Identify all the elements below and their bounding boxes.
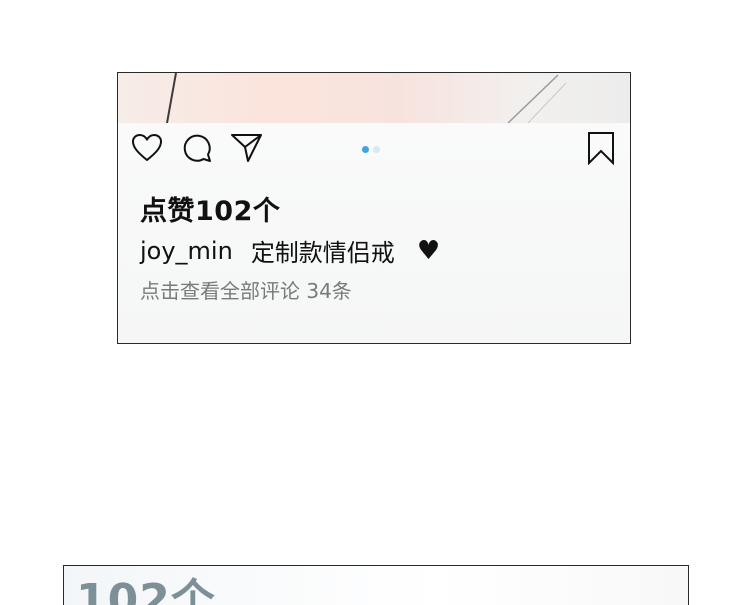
share-button[interactable] [230,131,264,165]
comment-button[interactable] [180,131,214,165]
next-panel-peek: 102个 [63,565,689,605]
view-all-comments-link[interactable]: 点击查看全部评论 34条 [140,275,352,304]
post-photo[interactable] [118,73,630,123]
share-icon [231,134,262,162]
post-caption: joy_min 定制款情侣戒 ♥ [140,233,440,268]
bookmark-icon [588,132,614,165]
likes-count[interactable]: 点赞102个 [140,189,280,228]
photo-detail-lines [166,73,567,123]
heart-icon [132,134,162,161]
carousel-indicator [362,146,380,153]
caption-username[interactable]: joy_min [140,237,233,265]
like-button[interactable] [130,131,164,165]
save-button[interactable] [584,131,618,165]
post-action-bar [118,131,630,171]
instagram-post-card: 点赞102个 joy_min 定制款情侣戒 ♥ 点击查看全部评论 34条 [117,72,631,344]
next-panel-text: 102个 [76,575,216,605]
carousel-dot [373,146,380,153]
caption-text: 定制款情侣戒 [250,239,395,267]
carousel-dot-active [362,146,369,153]
comment-icon [183,134,211,162]
heart-emoji-icon: ♥ [416,235,441,266]
